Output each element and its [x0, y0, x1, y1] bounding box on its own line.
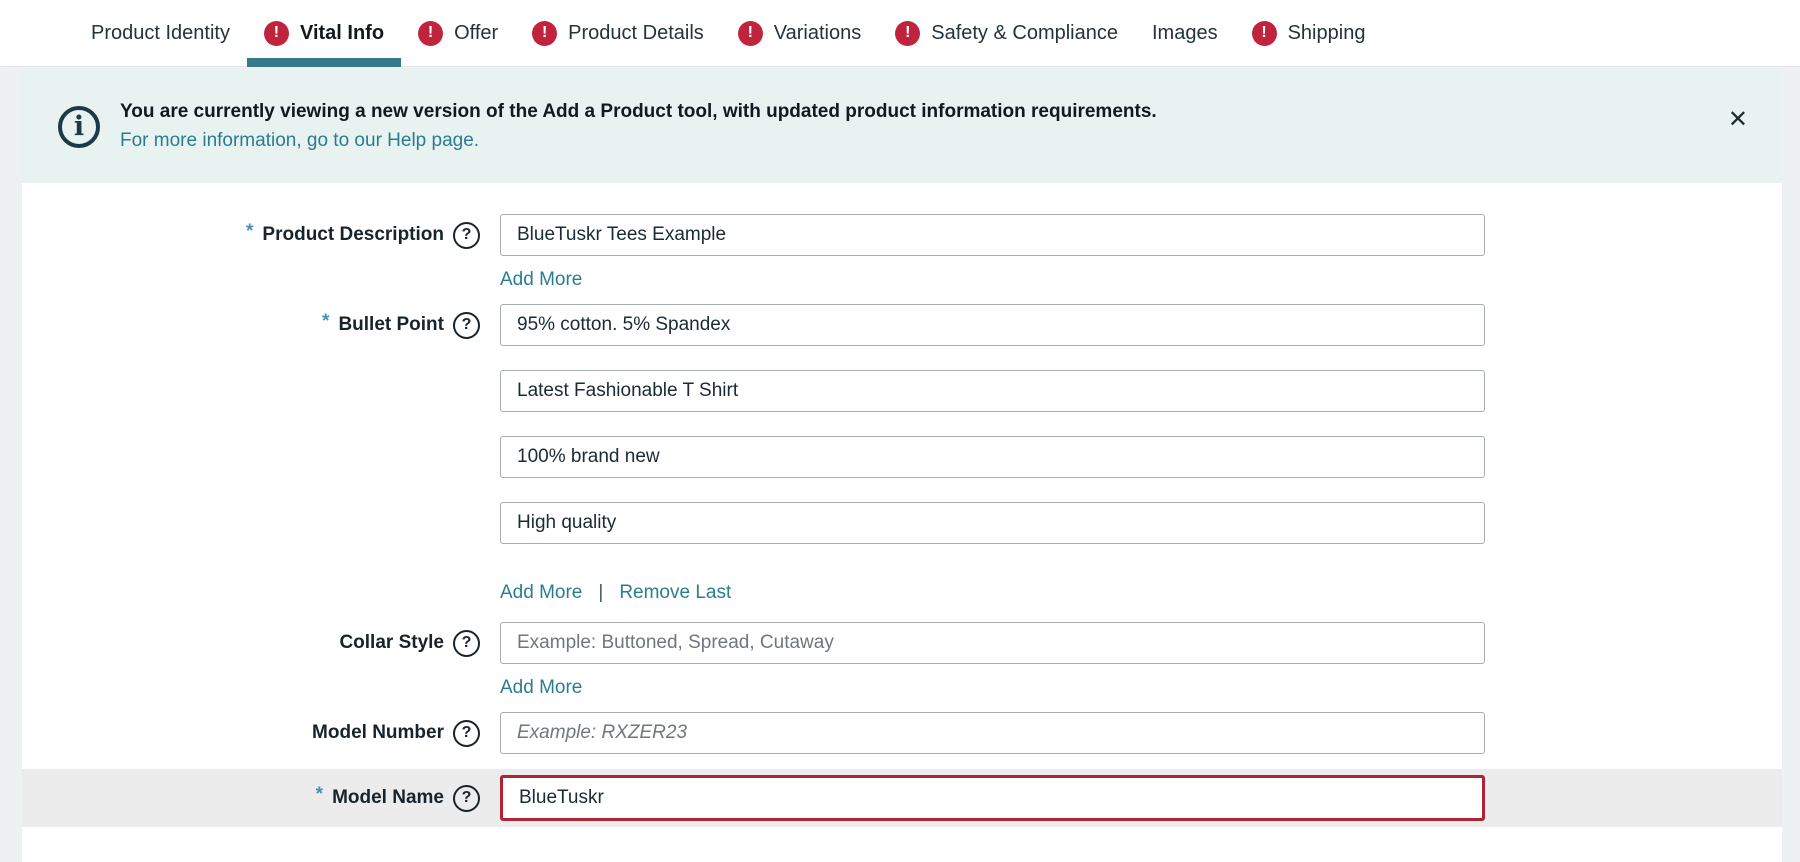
tab-offer[interactable]: ! Offer [401, 0, 515, 66]
field-label-group: * Product Description ? [22, 214, 480, 256]
tab-label: Shipping [1287, 21, 1366, 44]
add-product-card: i You are currently viewing a new versio… [22, 70, 1782, 862]
field-input-group: Add More [500, 214, 1485, 292]
field-input-group [500, 775, 1485, 821]
field-product-description: * Product Description ? Add More [22, 214, 1782, 292]
banner-help-link[interactable]: For more information, go to our Help pag… [120, 129, 479, 154]
link-row: Add More [500, 676, 1485, 700]
model-name-label: Model Name [332, 787, 444, 808]
field-label-group: * Bullet Point ? [22, 304, 480, 346]
required-asterisk: * [322, 311, 330, 332]
field-bullet-point: * Bullet Point ? Add More | Remove Last [22, 304, 1782, 605]
bullet-point-label: Bullet Point [338, 314, 444, 335]
tab-product-details[interactable]: ! Product Details [515, 0, 721, 66]
tab-label: Product Identity [91, 21, 230, 44]
collar-style-label: Collar Style [339, 632, 444, 653]
tab-safety-compliance[interactable]: ! Safety & Compliance [878, 0, 1135, 66]
model-number-input[interactable] [500, 712, 1485, 754]
tab-shipping[interactable]: ! Shipping [1235, 0, 1383, 66]
tab-label: Safety & Compliance [931, 21, 1118, 44]
field-collar-style: Collar Style ? Add More [22, 622, 1782, 700]
field-model-name: * Model Name ? [22, 775, 1782, 821]
add-more-link[interactable]: Add More [500, 269, 582, 291]
tab-product-identity[interactable]: Product Identity [74, 0, 247, 66]
banner-text: You are currently viewing a new version … [120, 100, 1157, 153]
link-row: Add More | Remove Last [500, 581, 1485, 605]
error-badge-icon: ! [418, 20, 444, 46]
bullet-point-input-2[interactable] [500, 370, 1485, 412]
help-icon[interactable]: ? [453, 784, 480, 812]
link-row: Add More [500, 268, 1485, 292]
vital-info-form: * Product Description ? Add More * Bulle… [22, 183, 1782, 862]
help-icon[interactable]: ? [453, 719, 480, 747]
field-model-name-highlight: * Model Name ? [22, 769, 1782, 827]
help-icon[interactable]: ? [453, 221, 480, 249]
tab-label: Product Details [568, 21, 704, 44]
field-model-number: Model Number ? [22, 712, 1782, 754]
error-badge-icon: ! [895, 20, 921, 46]
field-input-group [500, 712, 1485, 754]
model-name-input[interactable] [500, 775, 1485, 821]
field-label-group: Model Number ? [22, 712, 480, 754]
error-badge-icon: ! [263, 20, 289, 46]
error-badge-icon: ! [532, 20, 558, 46]
tab-label: Variations [773, 21, 862, 44]
tab-images[interactable]: Images [1135, 0, 1235, 66]
bullet-point-input-4[interactable] [500, 502, 1485, 544]
tab-bar: Product Identity ! Vital Info ! Offer ! … [0, 0, 1800, 67]
model-number-label: Model Number [312, 722, 444, 743]
tab-variations[interactable]: ! Variations [721, 0, 878, 66]
link-separator: | [598, 582, 604, 603]
collar-style-input[interactable] [500, 622, 1485, 664]
error-badge-icon: ! [1251, 20, 1277, 46]
field-label-group: Collar Style ? [22, 622, 480, 664]
product-description-input[interactable] [500, 214, 1485, 256]
bullet-point-input-3[interactable] [500, 436, 1485, 478]
help-icon[interactable]: ? [453, 311, 480, 339]
field-input-group: Add More | Remove Last [500, 304, 1485, 605]
tab-label: Vital Info [299, 21, 385, 44]
add-more-link[interactable]: Add More [500, 582, 582, 604]
close-icon[interactable]: ✕ [1728, 108, 1748, 132]
info-banner: i You are currently viewing a new versio… [22, 70, 1782, 183]
remove-last-link[interactable]: Remove Last [619, 582, 731, 604]
bullet-point-input-1[interactable] [500, 304, 1485, 346]
tab-label: Images [1152, 21, 1218, 44]
active-tab-underline [246, 58, 402, 67]
tab-label: Offer [454, 21, 499, 44]
help-icon[interactable]: ? [453, 629, 480, 657]
error-badge-icon: ! [737, 20, 763, 46]
tab-vital-info[interactable]: ! Vital Info [246, 0, 402, 67]
info-icon: i [58, 105, 100, 148]
field-input-group: Add More [500, 622, 1485, 700]
product-description-label: Product Description [262, 224, 444, 245]
required-asterisk: * [315, 784, 324, 805]
banner-message: You are currently viewing a new version … [120, 100, 1157, 122]
required-asterisk: * [246, 221, 254, 242]
add-more-link[interactable]: Add More [500, 677, 582, 699]
field-label-group: * Model Name ? [22, 775, 480, 821]
